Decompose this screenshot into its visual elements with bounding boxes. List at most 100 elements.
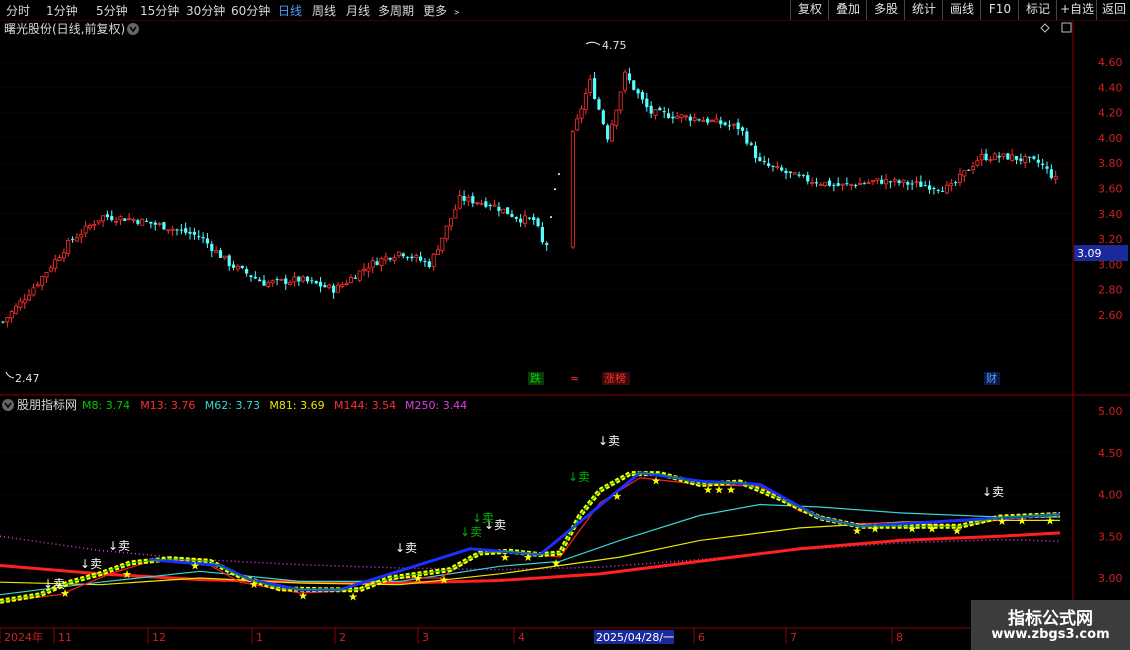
toolbar-button-3[interactable]: 统计 <box>904 0 943 20</box>
candle-body <box>827 180 832 186</box>
candle-body <box>335 284 340 293</box>
candle-body <box>357 270 362 281</box>
candle-body <box>880 179 884 184</box>
candle-body <box>614 109 619 126</box>
candle-body <box>157 223 162 226</box>
candle-body <box>31 287 36 296</box>
candle-body <box>954 182 958 184</box>
period-tab-10[interactable]: 更多 ﹥ <box>423 2 463 19</box>
candle-body <box>666 113 671 119</box>
candle-body <box>462 196 466 201</box>
candle-body <box>814 182 819 184</box>
buy-star-icon: ★ <box>122 568 132 581</box>
toolbar-button-6[interactable]: 标记 <box>1018 0 1057 20</box>
period-tab-2[interactable]: 5分钟 <box>96 2 128 19</box>
period-tab-1[interactable]: 1分钟 <box>46 2 78 19</box>
candle-body <box>192 231 196 235</box>
buy-star-icon: ★ <box>852 524 862 537</box>
candle-body <box>979 154 984 161</box>
date-axis-label: 11 <box>58 631 72 644</box>
candle-body <box>845 183 849 185</box>
period-tab-0[interactable]: 分时 <box>6 2 30 19</box>
buy-star-icon: ★ <box>523 551 533 564</box>
buy-star-icon: ★ <box>907 523 917 536</box>
period-tab-6[interactable]: 日线 <box>278 2 302 19</box>
toolbar-button-5[interactable]: F10 <box>980 0 1019 20</box>
date-axis-label: 2 <box>339 631 346 644</box>
period-tab-4[interactable]: 30分钟 <box>186 2 225 19</box>
toolbar: 分时 1分钟 5分钟 15分钟 30分钟 60分钟 日线 周线 月线 多周期 更多 ﹥ 复权 叠加 多股统… <box>0 0 1130 21</box>
candle-body <box>53 259 58 269</box>
date-axis-label: 2024年 <box>4 630 43 644</box>
buy-star-icon: ★ <box>651 474 661 487</box>
candle-body <box>501 208 506 214</box>
candle-body <box>449 218 454 227</box>
candle-body <box>288 281 293 285</box>
watermark: 指标公式网 www.zbgs3.com <box>971 600 1130 650</box>
candle-body <box>519 218 523 223</box>
candle-body <box>484 201 488 207</box>
candle-body <box>849 183 854 186</box>
candle-body <box>636 89 640 94</box>
toolbar-button-7[interactable]: +自选 <box>1056 0 1097 20</box>
candle-body <box>857 182 862 185</box>
high-pointer <box>585 41 601 46</box>
sell-signal-label: ↓卖 <box>80 557 102 571</box>
toolbar-button-8[interactable]: 返回 <box>1096 0 1130 20</box>
event-marker: 涨榜 <box>604 371 626 385</box>
candle-body <box>40 276 45 286</box>
candle-body <box>388 257 392 260</box>
candle-body <box>632 80 636 90</box>
candle-body <box>88 225 93 229</box>
period-tab-8[interactable]: 月线 <box>346 2 370 19</box>
toolbar-button-0[interactable]: 复权 <box>790 0 829 20</box>
indicator-name: 股朋指标网 <box>17 397 77 412</box>
candle-body <box>653 109 658 116</box>
candle-body <box>366 267 371 272</box>
candle-body <box>1041 163 1045 166</box>
candle-body <box>344 282 349 286</box>
date-axis-label: 12 <box>152 631 166 644</box>
candle-body <box>479 202 484 205</box>
candle-body <box>383 256 388 261</box>
candle-body <box>866 182 871 184</box>
candle-body <box>701 120 706 122</box>
candle-body <box>127 218 132 221</box>
candle-body <box>162 222 166 230</box>
toolbar-button-2[interactable]: 多股 <box>866 0 905 20</box>
candle-body <box>588 78 593 93</box>
buy-star-icon: ★ <box>1017 514 1027 527</box>
candle-body <box>532 217 536 220</box>
candle-body <box>679 114 684 118</box>
candle-body <box>840 183 845 186</box>
candle-body <box>645 98 649 108</box>
indicator-value: M81: 3.69 <box>269 399 324 412</box>
candle-body <box>892 179 897 182</box>
candle-body <box>292 276 297 283</box>
candle-body <box>762 160 766 163</box>
period-tab-3[interactable]: 15分钟 <box>140 2 179 19</box>
candle-body <box>627 73 631 81</box>
buy-star-icon: ★ <box>952 524 962 537</box>
candle-body <box>1049 169 1053 178</box>
candle-body <box>362 268 367 271</box>
period-tab-9[interactable]: 多周期 <box>378 2 414 19</box>
indicator-tick-label: 4.00 <box>1098 489 1123 502</box>
candle-body <box>245 268 249 274</box>
candle-body <box>919 181 923 187</box>
toolbar-button-1[interactable]: 叠加 <box>828 0 867 20</box>
candle-body <box>144 220 149 222</box>
candle-body <box>923 185 927 187</box>
gap-dot <box>558 173 560 175</box>
buy-star-icon: ★ <box>249 578 259 591</box>
period-tab-5[interactable]: 60分钟 <box>231 2 270 19</box>
candle-body <box>767 163 771 166</box>
candle-body <box>83 225 88 234</box>
period-tab-7[interactable]: 周线 <box>312 2 336 19</box>
toolbar-button-4[interactable]: 画线 <box>942 0 981 20</box>
dropdown-icon[interactable] <box>127 23 139 35</box>
candle-body <box>348 277 353 284</box>
candle-body <box>370 260 375 268</box>
candle-body <box>801 174 805 176</box>
candle-body <box>227 255 231 267</box>
